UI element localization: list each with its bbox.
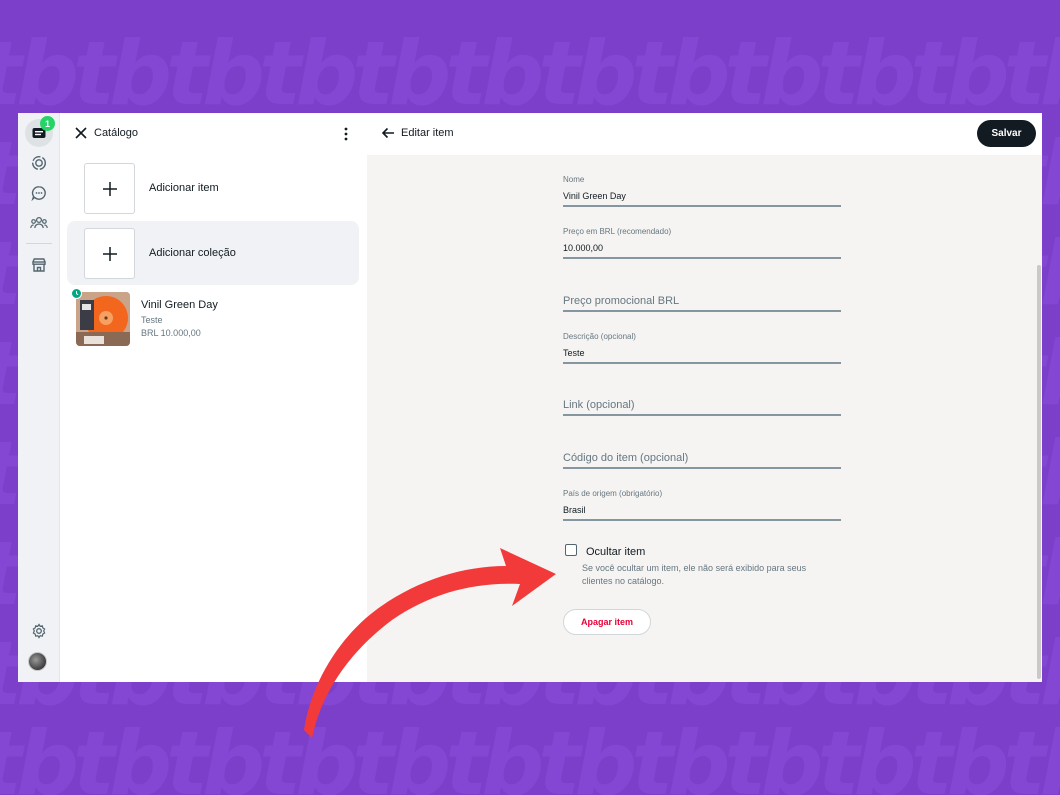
code-field[interactable]: Código do item (opcional) bbox=[563, 450, 841, 470]
catalog-item[interactable]: Vinil Green Day Teste BRL 10.000,00 bbox=[60, 285, 367, 349]
save-button[interactable]: Salvar bbox=[977, 120, 1036, 147]
link-field[interactable]: Link (opcional) bbox=[563, 397, 841, 417]
field-underline bbox=[563, 362, 841, 364]
product-name: Vinil Green Day bbox=[141, 299, 218, 311]
more-options-icon[interactable] bbox=[341, 125, 351, 143]
catalog-header: Catálogo bbox=[60, 113, 367, 155]
product-image bbox=[76, 292, 130, 346]
country-field[interactable]: País de origem (obrigatório) Brasil bbox=[563, 489, 841, 521]
edit-header: Editar item Salvar bbox=[367, 113, 1042, 155]
add-collection-label: Adicionar coleção bbox=[149, 247, 236, 259]
code-placeholder: Código do item (opcional) bbox=[563, 452, 689, 464]
description-field[interactable]: Descrição (opcional) Teste bbox=[563, 332, 841, 364]
profile-avatar[interactable] bbox=[28, 652, 47, 671]
storefront-icon[interactable] bbox=[25, 251, 53, 279]
close-icon[interactable] bbox=[74, 126, 88, 140]
promo-price-placeholder: Preço promocional BRL bbox=[563, 295, 680, 307]
link-placeholder: Link (opcional) bbox=[563, 399, 635, 411]
name-value: Vinil Green Day bbox=[563, 191, 626, 201]
field-underline bbox=[563, 205, 841, 207]
promo-price-field[interactable]: Preço promocional BRL bbox=[563, 293, 841, 313]
catalog-panel: Catálogo Adicionar item Adicionar coleçã… bbox=[60, 113, 367, 682]
channels-icon[interactable] bbox=[25, 179, 53, 207]
hide-item-checkbox[interactable] bbox=[565, 544, 577, 556]
hide-item-label[interactable]: Ocultar item bbox=[586, 546, 645, 558]
rail-divider bbox=[26, 243, 52, 244]
name-field[interactable]: Nome Vinil Green Day bbox=[563, 175, 841, 207]
description-value: Teste bbox=[563, 348, 585, 358]
field-underline bbox=[563, 467, 841, 469]
add-item-label: Adicionar item bbox=[149, 182, 219, 194]
communities-icon[interactable] bbox=[25, 209, 53, 237]
catalog-title: Catálogo bbox=[94, 127, 139, 139]
price-label: Preço em BRL (recomendado) bbox=[563, 227, 672, 236]
field-underline bbox=[563, 414, 841, 416]
field-underline bbox=[563, 519, 841, 521]
pending-clock-icon bbox=[71, 288, 82, 299]
settings-icon[interactable] bbox=[25, 617, 53, 645]
country-value: Brasil bbox=[563, 505, 586, 515]
product-description: Teste bbox=[141, 315, 163, 325]
country-label: País de origem (obrigatório) bbox=[563, 489, 663, 498]
field-underline bbox=[563, 257, 841, 259]
add-collection-button[interactable]: Adicionar coleção bbox=[67, 221, 359, 285]
scrollbar[interactable] bbox=[1037, 265, 1041, 679]
name-label: Nome bbox=[563, 175, 585, 184]
edit-title: Editar item bbox=[401, 127, 454, 139]
unread-badge: 1 bbox=[40, 116, 55, 131]
app-window: 1 Catálogo Adicionar item Adicionar cole… bbox=[18, 113, 1042, 682]
description-label: Descrição (opcional) bbox=[563, 332, 636, 341]
product-price: BRL 10.000,00 bbox=[141, 328, 201, 338]
delete-item-button[interactable]: Apagar item bbox=[563, 609, 651, 635]
status-icon[interactable] bbox=[25, 149, 53, 177]
plus-icon bbox=[84, 163, 135, 214]
plus-icon bbox=[84, 228, 135, 279]
price-value: 10.000,00 bbox=[563, 243, 604, 253]
add-item-button[interactable]: Adicionar item bbox=[67, 156, 359, 220]
back-arrow-icon[interactable] bbox=[381, 126, 395, 140]
navigation-rail: 1 bbox=[18, 113, 60, 682]
edit-item-panel: Editar item Salvar Nome Vinil Green Day … bbox=[367, 113, 1042, 682]
price-field[interactable]: Preço em BRL (recomendado) 10.000,00 bbox=[563, 227, 841, 259]
hide-item-help-text: Se você ocultar um item, ele não será ex… bbox=[582, 563, 807, 586]
field-underline bbox=[563, 310, 841, 312]
